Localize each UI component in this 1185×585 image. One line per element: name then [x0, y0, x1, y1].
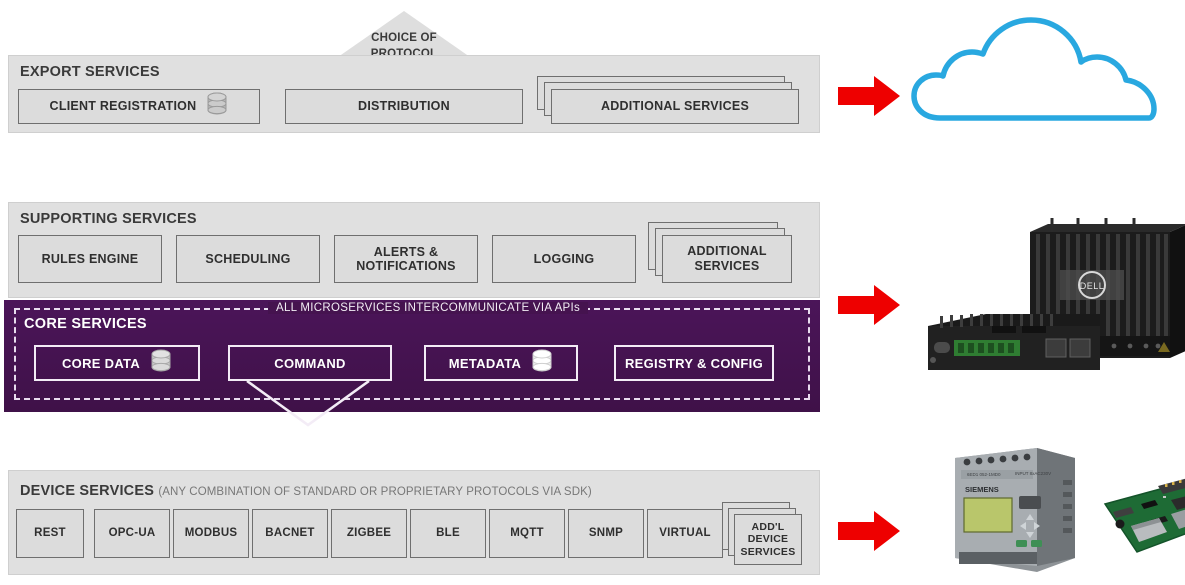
database-icon [206, 92, 228, 121]
svg-text:DELL: DELL [1080, 281, 1105, 291]
supporting-box-logging[interactable]: LOGGING [492, 235, 636, 283]
svg-text:6ED1 052-1MD0: 6ED1 052-1MD0 [967, 472, 1001, 477]
snmp-label: SNMP [588, 526, 624, 539]
virtual-label: VIRTUAL [659, 526, 711, 539]
registry-config-label: REGISTRY & CONFIG [624, 355, 763, 371]
red-arrow-icon-gateway [838, 285, 900, 325]
device-box-modbus[interactable]: MODBUS [173, 509, 249, 558]
bacnet-label: BACNET [265, 526, 315, 539]
supporting-box-alerts-notifications[interactable]: ALERTS & NOTIFICATIONS [334, 235, 478, 283]
supporting-services-title: SUPPORTING SERVICES [20, 211, 197, 227]
rest-label: REST [34, 526, 66, 539]
modbus-label: MODBUS [184, 526, 238, 539]
alerts-notifications-label: ALERTS & NOTIFICATIONS [356, 244, 456, 273]
metadata-label: METADATA [448, 355, 522, 371]
device-box-opc-ua[interactable]: OPC-UA [94, 509, 170, 558]
core-box-core-data[interactable]: CORE DATA [34, 345, 200, 381]
database-icon [150, 349, 172, 378]
distribution-label: DISTRIBUTION [358, 99, 450, 114]
device-box-snmp[interactable]: SNMP [568, 509, 644, 558]
device-services-title: DEVICE SERVICES (ANY COMBINATION OF STAN… [20, 483, 592, 499]
architecture-diagram: CHOICE OF PROTOCOL EXPORT SERVICES CLIEN… [0, 0, 1185, 583]
device-services-title-text: DEVICE SERVICES [20, 483, 155, 499]
red-arrow-icon-cloud [838, 76, 900, 116]
scheduling-label: SCHEDULING [205, 251, 291, 266]
device-box-ble[interactable]: BLE [410, 509, 486, 558]
device-additional-services-stack[interactable]: ADD'L DEVICE SERVICES [722, 502, 812, 570]
client-registration-label: CLIENT REGISTRATION [49, 99, 197, 114]
zigbee-label: ZIGBEE [346, 526, 392, 539]
red-arrow-icon-devices [838, 511, 900, 551]
supporting-additional-services-stack[interactable]: ADDITIONAL SERVICES [648, 222, 808, 288]
cloud-icon [911, 17, 1157, 121]
svg-text:SIEMENS: SIEMENS [965, 485, 999, 494]
edge-gateway-image: DELL [928, 218, 1185, 370]
core-api-note: ALL MICROSERVICES INTERCOMMUNICATE VIA A… [268, 302, 589, 314]
stack-sheet-front: ADD'L DEVICE SERVICES [734, 514, 802, 565]
logging-label: LOGGING [533, 251, 595, 266]
export-services-title: EXPORT SERVICES [20, 64, 160, 80]
device-box-mqtt[interactable]: MQTT [489, 509, 565, 558]
command-label: COMMAND [274, 355, 346, 371]
opc-ua-label: OPC-UA [108, 526, 156, 539]
stack-sheet-front: ADDITIONAL SERVICES [662, 235, 792, 283]
export-box-distribution[interactable]: DISTRIBUTION [285, 89, 523, 124]
core-services-title: CORE SERVICES [24, 316, 147, 332]
core-box-command[interactable]: COMMAND [228, 345, 392, 381]
device-box-zigbee[interactable]: ZIGBEE [331, 509, 407, 558]
core-box-registry-config[interactable]: REGISTRY & CONFIG [614, 345, 774, 381]
export-box-client-registration[interactable]: CLIENT REGISTRATION [18, 89, 260, 124]
core-data-label: CORE DATA [61, 355, 141, 371]
export-additional-services-label: ADDITIONAL SERVICES [600, 99, 750, 113]
device-box-rest[interactable]: REST [16, 509, 84, 558]
device-box-virtual[interactable]: VIRTUAL [647, 509, 723, 558]
supporting-additional-services-label: ADDITIONAL SERVICES [687, 244, 767, 273]
core-box-metadata[interactable]: METADATA [424, 345, 578, 381]
device-additional-services-label: ADD'L DEVICE SERVICES [740, 520, 796, 558]
stack-sheet-front: ADDITIONAL SERVICES [551, 89, 799, 124]
plc-and-single-board-computer-image: 6ED1 052-1MD0 INPUT 8xAC230V SIEMENS [955, 448, 1185, 572]
device-services-subtitle: (ANY COMBINATION OF STANDARD OR PROPRIET… [158, 486, 592, 498]
ble-label: BLE [436, 526, 460, 539]
rules-engine-label: RULES ENGINE [41, 251, 139, 266]
supporting-box-scheduling[interactable]: SCHEDULING [176, 235, 320, 283]
export-additional-services-stack[interactable]: ADDITIONAL SERVICES [537, 76, 807, 128]
mqtt-label: MQTT [510, 526, 544, 539]
database-icon [531, 349, 553, 378]
device-box-bacnet[interactable]: BACNET [252, 509, 328, 558]
svg-text:INPUT 8xAC230V: INPUT 8xAC230V [1015, 471, 1051, 476]
supporting-box-rules-engine[interactable]: RULES ENGINE [18, 235, 162, 283]
